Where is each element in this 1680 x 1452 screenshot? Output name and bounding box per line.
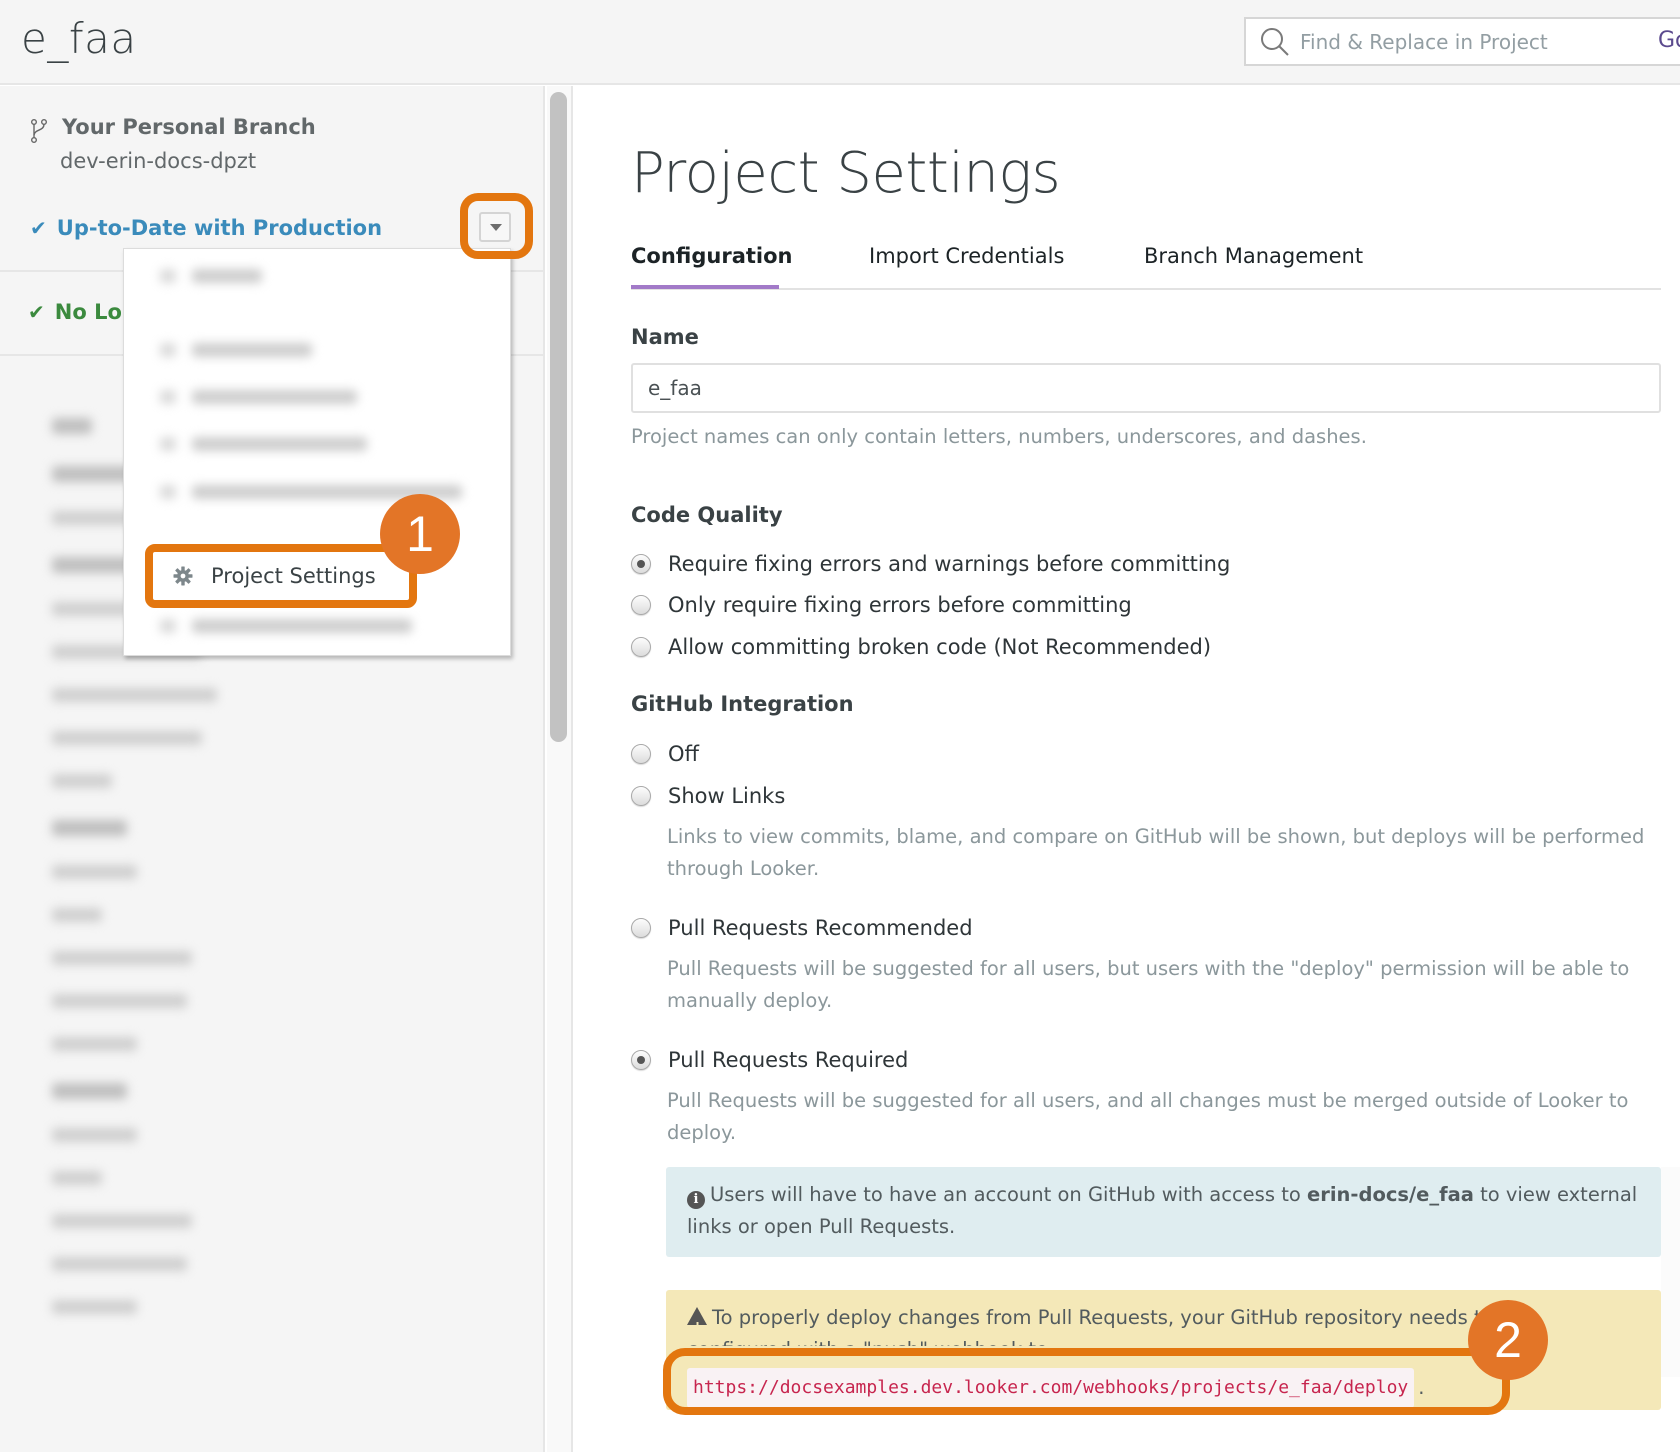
git-actions-menu-button[interactable] — [479, 212, 511, 242]
branch-panel: Your Personal Branch dev-erin-docs-dpzt … — [0, 86, 543, 272]
blurred-item — [52, 1171, 102, 1185]
content-edge — [1661, 1167, 1680, 1377]
trailing-punctuation: . — [1418, 1376, 1425, 1399]
page-title: Project Settings — [631, 141, 1061, 206]
webhook-url[interactable]: https://docsexamples.dev.looker.com/webh… — [687, 1368, 1415, 1408]
pr-required-description: Pull Requests will be suggested for all … — [667, 1089, 1629, 1144]
radio-button[interactable] — [631, 554, 651, 574]
blurred-menu-item — [192, 269, 262, 283]
radio-label: Only require fixing errors before commit… — [668, 593, 1132, 617]
blurred-icon — [160, 437, 176, 451]
repo-name: erin-docs/e_faa — [1306, 1183, 1474, 1206]
tab-import-credentials[interactable]: Import Credentials — [869, 244, 1064, 268]
blurred-icon — [160, 269, 176, 283]
caret-down-icon — [490, 224, 502, 231]
gear-icon — [173, 566, 193, 586]
blurred-menu-item — [192, 437, 367, 451]
name-label: Name — [631, 325, 699, 349]
info-icon: i — [687, 1191, 705, 1209]
step-badge-1: 1 — [380, 494, 460, 574]
blurred-item — [52, 774, 112, 788]
blurred-item — [52, 418, 92, 434]
github-integration-label: GitHub Integration — [631, 692, 854, 716]
header: e_faa Go — [0, 0, 1680, 85]
blurred-item — [52, 1037, 137, 1051]
radio-pr-required[interactable]: Pull Requests Required — [631, 1048, 908, 1072]
menu-item-project-settings[interactable]: Project Settings — [157, 554, 405, 598]
branch-name: dev-erin-docs-dpzt — [60, 149, 257, 173]
info-text: Users will have to have an account on Gi… — [710, 1183, 1301, 1206]
project-name-input[interactable] — [631, 363, 1661, 413]
radio-button[interactable] — [631, 1050, 651, 1070]
tab-branch-management[interactable]: Branch Management — [1144, 244, 1363, 268]
blurred-item — [52, 1083, 127, 1099]
git-actions-dropdown: Project Settings — [123, 248, 511, 656]
blurred-menu-item — [192, 619, 412, 633]
branch-title: Your Personal Branch — [62, 115, 316, 139]
blurred-menu-item — [192, 343, 312, 357]
blurred-item — [52, 994, 187, 1008]
radio-button[interactable] — [631, 595, 651, 615]
code-quality-label: Code Quality — [631, 503, 783, 527]
github-access-info: i Users will have to have an account on G… — [666, 1167, 1661, 1257]
find-replace-input[interactable] — [1300, 29, 1630, 54]
radio-require-errors-only[interactable]: Only require fixing errors before commit… — [631, 593, 1132, 617]
blurred-item — [52, 951, 192, 965]
go-button[interactable]: Go — [1636, 17, 1680, 66]
menu-item-label: Project Settings — [211, 564, 376, 588]
name-help-text: Project names can only contain letters, … — [631, 425, 1367, 448]
search-icon — [1260, 27, 1290, 57]
radio-require-errors-warnings[interactable]: Require fixing errors and warnings befor… — [631, 552, 1230, 576]
radio-label: Off — [668, 742, 699, 766]
find-replace-search[interactable] — [1244, 17, 1638, 66]
sidebar-scrollbar[interactable] — [550, 92, 567, 742]
show-links-description: Links to view commits, blame, and compar… — [667, 825, 1645, 880]
radio-button[interactable] — [631, 918, 651, 938]
pr-recommended-description: Pull Requests will be suggested for all … — [667, 957, 1630, 1012]
tab-configuration[interactable]: Configuration — [631, 244, 792, 268]
radio-label: Pull Requests Required — [668, 1048, 909, 1072]
radio-allow-broken[interactable]: Allow committing broken code (Not Recomm… — [631, 635, 1211, 659]
blurred-item — [52, 1300, 137, 1314]
radio-button[interactable] — [631, 786, 651, 806]
local-changes-status: ✔ No Lo — [28, 300, 122, 324]
warning-icon: ! — [687, 1307, 707, 1333]
blurred-item — [52, 688, 217, 702]
blurred-item — [52, 908, 102, 922]
blurred-item — [52, 1214, 192, 1228]
radio-label: Require fixing errors and warnings befor… — [668, 552, 1231, 576]
radio-label: Show Links — [668, 784, 786, 808]
blurred-icon — [160, 619, 176, 633]
blurred-item — [52, 1128, 137, 1142]
radio-pr-recommended[interactable]: Pull Requests Recommended — [631, 916, 973, 940]
blurred-item — [52, 865, 137, 879]
webhook-url-line: https://docsexamples.dev.looker.com/webh… — [687, 1368, 1424, 1408]
check-icon: ✔ — [28, 300, 45, 324]
blurred-menu-item — [192, 390, 357, 404]
main-content: Project Settings Configuration Import Cr… — [575, 86, 1680, 1452]
blurred-item — [52, 820, 127, 836]
radio-label: Allow committing broken code (Not Recomm… — [668, 635, 1212, 659]
step-badge-2: 2 — [1468, 1300, 1548, 1380]
project-title: e_faa — [21, 14, 137, 63]
blurred-item — [52, 1257, 187, 1271]
production-status: ✔ Up-to-Date with Production — [30, 216, 382, 240]
blurred-icon — [160, 485, 176, 499]
local-changes-label: No Lo — [54, 300, 122, 324]
radio-show-links[interactable]: Show Links — [631, 784, 785, 808]
active-tab-indicator — [631, 285, 779, 289]
blurred-item — [52, 731, 202, 745]
blurred-icon — [160, 390, 176, 404]
radio-button[interactable] — [631, 744, 651, 764]
blurred-icon — [160, 343, 176, 357]
git-branch-icon — [30, 119, 48, 144]
radio-github-off[interactable]: Off — [631, 742, 699, 766]
warning-text: To properly deploy changes from Pull Req… — [712, 1306, 1525, 1329]
production-status-label: Up-to-Date with Production — [56, 216, 383, 240]
radio-label: Pull Requests Recommended — [668, 916, 973, 940]
settings-tabs: Configuration Import Credentials Branch … — [631, 236, 1661, 290]
radio-button[interactable] — [631, 637, 651, 657]
check-icon: ✔ — [30, 216, 47, 240]
